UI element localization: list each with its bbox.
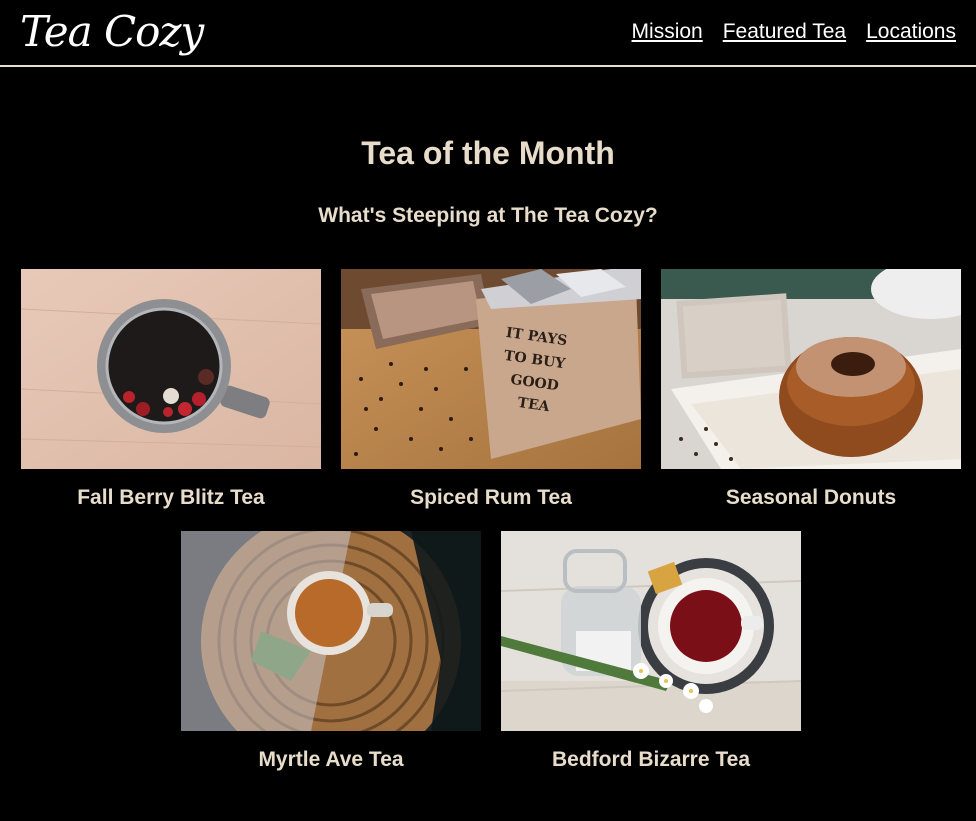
tea-image-seasonal-donuts [661, 269, 961, 469]
site-logo[interactable]: Tea Cozy [20, 6, 204, 58]
tea-name-seasonal-donuts: Seasonal Donuts [725, 486, 897, 509]
tea-name-spiced-rum: Spiced Rum Tea [410, 486, 572, 509]
page-subtitle: What's Steeping at The Tea Cozy? [318, 204, 658, 227]
page-title: Tea of the Month [361, 135, 615, 171]
tea-card-myrtle-ave: Myrtle Ave Tea [181, 531, 481, 773]
tea-card-seasonal-donuts: Seasonal Donuts [661, 269, 961, 511]
tea-image-myrtle-ave [181, 531, 481, 731]
tea-name-fall-berry-blitz: Fall Berry Blitz Tea [77, 486, 265, 509]
nav-link-featured-tea[interactable]: Featured Tea [723, 19, 846, 45]
tea-image-spiced-rum: IT PAYS TO BUY GOOD TEA [341, 269, 641, 469]
tea-image-bedford-bizarre [501, 531, 801, 731]
tea-card-bedford-bizarre: Bedford Bizarre Tea [501, 531, 801, 773]
tea-card-fall-berry-blitz: Fall Berry Blitz Tea [21, 269, 321, 511]
nav-link-locations[interactable]: Locations [866, 19, 956, 45]
main-nav: Mission Featured Tea Locations [632, 19, 956, 45]
tea-name-bedford-bizarre: Bedford Bizarre Tea [552, 748, 750, 771]
nav-link-mission[interactable]: Mission [632, 19, 703, 45]
tea-name-myrtle-ave: Myrtle Ave Tea [258, 748, 404, 771]
tea-card-spiced-rum: IT PAYS TO BUY GOOD TEA Spiced Rum Tea [341, 269, 641, 511]
site-header: Tea Cozy Mission Featured Tea Locations [0, 0, 976, 67]
tea-image-fall-berry-blitz [21, 269, 321, 469]
